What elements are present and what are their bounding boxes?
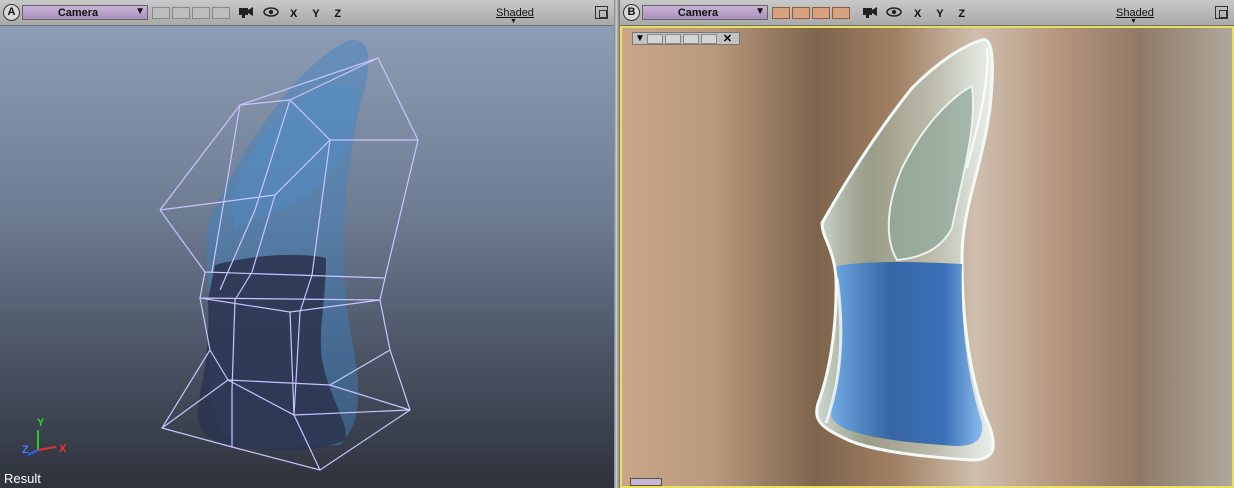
viewport-a[interactable]: A Camera ▼ X Y Z Shaded ▼ Y Z X Result [0,0,614,488]
camera-dropdown[interactable]: Camera ▼ [642,5,768,20]
bookmark-slot[interactable] [172,7,190,19]
viewport-b-toolbar: B Camera ▼ X Y Z Shaded ▼ [620,0,1234,26]
dropdown-arrow-icon: ▼ [135,6,145,17]
bookmark-slot[interactable] [792,7,810,19]
maximize-icon[interactable] [595,6,608,19]
viewport-a-toolbar: A Camera ▼ X Y Z Shaded ▼ [0,0,614,26]
maximize-icon[interactable] [1215,6,1228,19]
bookmark-slot[interactable] [832,7,850,19]
dropdown-arrow-icon: ▼ [755,6,765,17]
gizmo-x-label: X [59,443,67,455]
gizmo-z-label: Z [22,444,29,456]
viewport-letter-icon[interactable]: B [623,4,640,21]
viewport-letter-icon[interactable]: A [3,4,20,21]
bookmark-slot[interactable] [772,7,790,19]
blue-liquid [830,262,983,446]
render-canvas[interactable]: ▼ ✕ [620,26,1234,488]
status-label: Result [4,471,41,486]
bookmark-slot[interactable] [152,7,170,19]
bookmark-slot[interactable] [192,7,210,19]
render-region-handle[interactable] [630,478,662,486]
dropdown-arrow-icon: ▼ [1130,18,1137,25]
camera-dropdown-label: Camera [677,7,719,19]
shading-mode-menu[interactable]: Shaded ▼ [1116,7,1154,25]
axis-toggles[interactable]: X Y Z [914,8,971,20]
camera-icon[interactable] [862,5,878,19]
viewport-b[interactable]: B Camera ▼ X Y Z Shaded ▼ ▼ ✕ [620,0,1234,488]
eye-icon[interactable] [886,5,902,19]
axis-toggles[interactable]: X Y Z [290,8,347,20]
gizmo-y-label: Y [37,417,45,429]
bookmark-slots [772,7,850,19]
rendered-vase [815,38,995,462]
camera-icon[interactable] [238,5,254,19]
bookmark-slot[interactable] [212,7,230,19]
viewport-a-canvas[interactable]: Y Z X Result [0,26,614,488]
shading-mode-menu[interactable]: Shaded ▼ [496,7,534,25]
camera-dropdown-label: Camera [57,7,99,19]
eye-icon[interactable] [263,5,279,19]
axis-gizmo [27,430,57,456]
bookmark-slots [152,7,230,19]
dropdown-arrow-icon: ▼ [510,18,517,25]
wireframe-scene: Y Z X [22,39,419,471]
bookmark-slot[interactable] [812,7,830,19]
camera-dropdown[interactable]: Camera ▼ [22,5,148,20]
